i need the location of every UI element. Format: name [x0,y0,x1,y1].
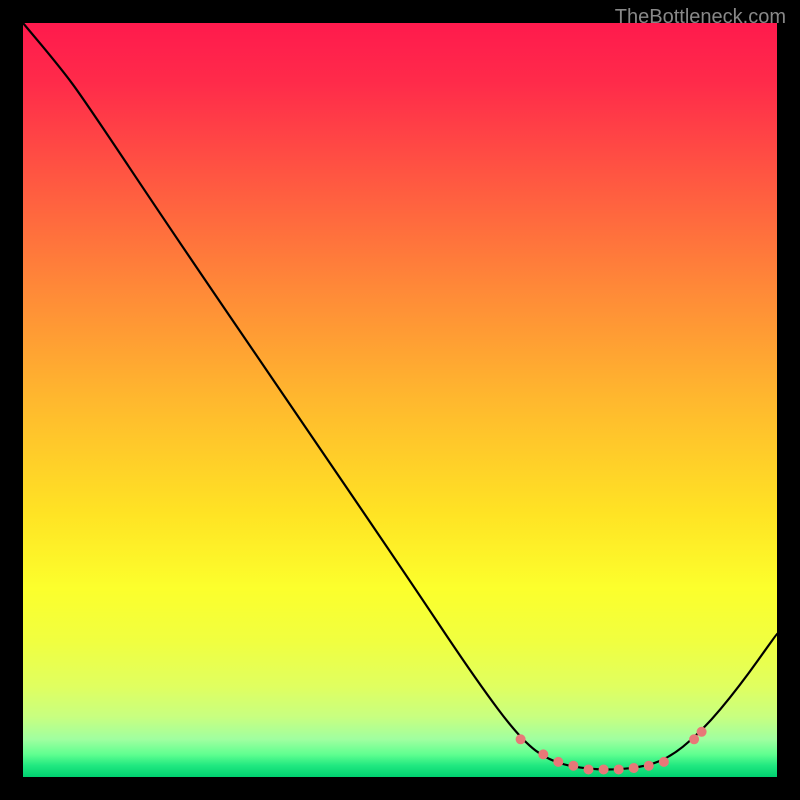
marker-dot [614,765,624,775]
marker-dot [553,757,563,767]
marker-dot [599,765,609,775]
marker-dot [538,749,548,759]
marker-dot [584,765,594,775]
chart-svg [23,23,777,777]
marker-dot [629,763,639,773]
marker-dot [697,727,707,737]
marker-dot [659,757,669,767]
plot-area [23,23,777,777]
bottleneck-curve [23,23,777,770]
marker-dot [644,761,654,771]
marker-dot [689,734,699,744]
watermark-text: TheBottleneck.com [615,6,786,29]
marker-dot [568,761,578,771]
marker-dot [516,734,526,744]
